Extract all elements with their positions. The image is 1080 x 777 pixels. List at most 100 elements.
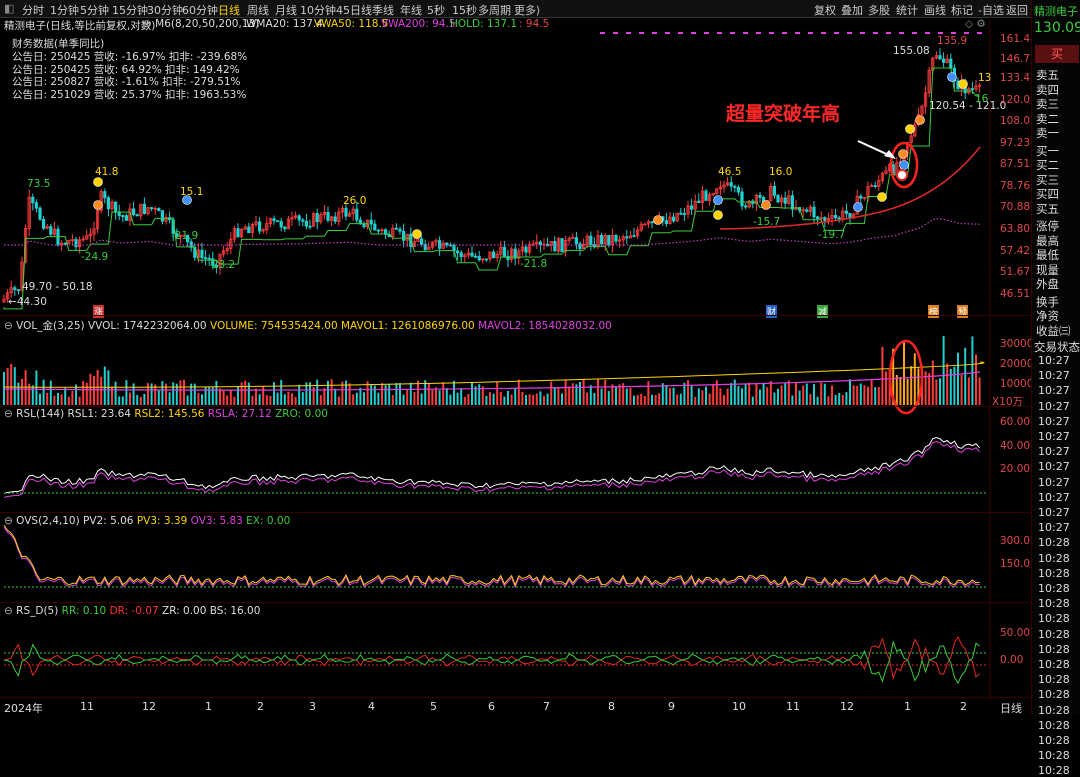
finance-row: 公告日: 251029 营收: 25.37% 扣非: 1963.53% <box>12 88 247 101</box>
period-tab[interactable]: 15秒 <box>452 2 477 18</box>
date-tick: 5 <box>430 700 437 713</box>
tick-time: 10:27 <box>1038 354 1070 367</box>
tag-bang[interactable]: 榜 <box>928 305 940 318</box>
period-tab[interactable]: 季线 <box>372 2 394 18</box>
period-tab[interactable]: 45日线 <box>336 2 372 18</box>
stock-title: 精测电子(日线,等比前复权,对数) <box>4 20 156 32</box>
buy-button[interactable]: 买 <box>1035 45 1079 63</box>
tick-time: 10:28 <box>1038 688 1070 702</box>
toolbar-button[interactable]: 复权 <box>814 2 836 18</box>
tick-time: 10:28 <box>1038 764 1070 777</box>
tick-time: 10:27 <box>1038 490 1070 504</box>
tick-time: 10:28 <box>1038 734 1070 747</box>
close-panel-icon[interactable]: ⊖ <box>4 605 13 617</box>
quote-panel: 精测电子 130.09 买 卖五 卖四 卖三 卖二 卖一 买一 买二 买三 买四 买五 涨停 最高 最低… <box>1031 0 1080 777</box>
toolbar-button[interactable]: 标记 <box>951 2 973 18</box>
tick-time: 10:27 <box>1038 384 1070 398</box>
label-735: 73.5 <box>27 178 51 190</box>
tick-time: 10:28 <box>1038 536 1070 550</box>
tick-time: 10:28 <box>1038 673 1070 687</box>
label-160: 16.0 <box>769 166 793 178</box>
close-panel-icon[interactable]: ⊖ <box>4 515 13 527</box>
label-n249: -24.9 <box>81 251 109 263</box>
tick-time: 10:27 <box>1038 521 1070 535</box>
vol-header: ⊖ VOL_金(3,25) VVOL: 1742232064.00 VOLUME… <box>4 320 612 332</box>
m6-icon[interactable]: ⊖ <box>143 18 152 30</box>
toolbar-button[interactable]: 画线 <box>924 2 946 18</box>
date-tick: 8 <box>608 700 615 713</box>
tick-time: 10:28 <box>1038 551 1070 565</box>
right-mark-13: 13 <box>978 72 992 84</box>
tag-zhang[interactable]: 涨 <box>93 305 105 318</box>
date-tick: 2 <box>257 700 264 713</box>
period-tab[interactable]: 年线 <box>400 2 422 18</box>
tick-time: 10:27 <box>1038 475 1070 489</box>
price-axis-tick: 46.51 <box>1000 288 1031 300</box>
toolbar-button[interactable]: -自选 <box>978 2 1004 18</box>
date-tick: 9 <box>668 700 675 713</box>
period-tab[interactable]: 5秒 <box>427 2 445 18</box>
period-tab[interactable]: 月线 <box>275 2 297 18</box>
price-axis-tick: 146.7 <box>1000 53 1031 65</box>
period-tab[interactable]: 15分钟 <box>112 2 148 18</box>
price-axis-tick: 51.67 <box>1000 266 1031 278</box>
tick-time: 10:27 <box>1038 399 1070 413</box>
toolbar-button[interactable]: 多股 <box>868 2 890 18</box>
rsd-axis-0: 0.00 <box>1000 654 1024 666</box>
vol-axis-20000: 20000 <box>1000 358 1034 370</box>
price-axis-tick: 108.0 <box>1000 115 1031 127</box>
toolbar-button[interactable]: 统计 <box>896 2 918 18</box>
period-tab[interactable]: 日线 <box>218 2 240 18</box>
tick-time: 10:28 <box>1038 597 1070 611</box>
period-tab[interactable]: 周线 <box>247 2 269 18</box>
close-panel-icon[interactable]: ⊖ <box>4 408 13 420</box>
close-panel-icon[interactable]: ⊖ <box>4 320 13 332</box>
tag-yu[interactable]: 预 <box>957 305 969 318</box>
settings-icon[interactable]: ◇ ⚙ <box>965 18 986 30</box>
hold-label: HOLD: 137.1 <box>450 18 518 30</box>
period-tab[interactable]: 分时 <box>22 2 44 18</box>
right-mark-16: 16 <box>975 93 989 105</box>
stock-chart[interactable] <box>0 17 1031 700</box>
date-tick: 4 <box>368 700 375 713</box>
label-n232: -23.2 <box>208 259 236 271</box>
tick-time: 10:27 <box>1038 445 1070 459</box>
price-axis-tick: 133.4 <box>1000 72 1031 84</box>
tick-time: 10:27 <box>1038 414 1070 428</box>
tag-jian[interactable]: 减 <box>817 305 829 318</box>
range-label: 120.54 - 121.0 <box>929 100 1007 112</box>
window-icon[interactable]: ◧ <box>4 2 14 15</box>
price-axis-tick: 97.23 <box>1000 137 1031 149</box>
tick-time: 10:27 <box>1038 506 1070 519</box>
toolbar-button[interactable]: 叠加 <box>841 2 863 18</box>
high-label: 155.08 <box>893 45 930 57</box>
period-tab[interactable]: 多周期 <box>478 2 511 18</box>
ovs-axis-300: 300.0 <box>1000 535 1031 547</box>
date-tick: 6 <box>488 700 495 713</box>
period-tab[interactable]: 30分钟 <box>147 2 183 18</box>
breakout-annotation: 超量突破年高 <box>726 103 841 125</box>
toolbar-button[interactable]: 返回 <box>1006 2 1028 18</box>
label-n157: -15.7 <box>753 216 781 228</box>
tick-time: 10:28 <box>1038 703 1070 717</box>
period-tab[interactable]: 1分钟 <box>50 2 79 18</box>
date-tick: 12 <box>142 700 156 713</box>
ovs-axis-150: 150.0 <box>1000 558 1031 570</box>
rsl-axis-60: 60.00 <box>1000 416 1031 428</box>
period-toolbar: ◧ 分时 1分钟 5分钟 15分钟 30分钟 60分钟 日线 周线 月线 10分钟 45日线 季线 年线… <box>0 0 1080 18</box>
stock-name: 精测电子 <box>1034 5 1078 18</box>
period-tab[interactable]: 更多⟩ <box>514 2 540 18</box>
tick-time: 10:27 <box>1038 369 1070 383</box>
peak-label: 135.9 <box>937 35 968 47</box>
period-tab[interactable]: 60分钟 <box>182 2 218 18</box>
rsd-header: ⊖ RS_D(5) RR: 0.10 DR: -0.07 ZR: 0.00 BS… <box>4 605 261 617</box>
period-tab[interactable]: 10分钟 <box>300 2 336 18</box>
tag-cai[interactable]: 财 <box>766 305 778 318</box>
tick-time: 10:28 <box>1038 612 1070 626</box>
price-axis-tick: 63.80 <box>1000 223 1031 235</box>
period-tab[interactable]: 5分钟 <box>80 2 109 18</box>
date-tick: 1 <box>904 700 911 713</box>
date-tick: 2 <box>960 700 967 713</box>
rsd-axis-50: 50.00 <box>1000 627 1031 639</box>
trade-status: 交易状态 <box>1034 340 1080 354</box>
